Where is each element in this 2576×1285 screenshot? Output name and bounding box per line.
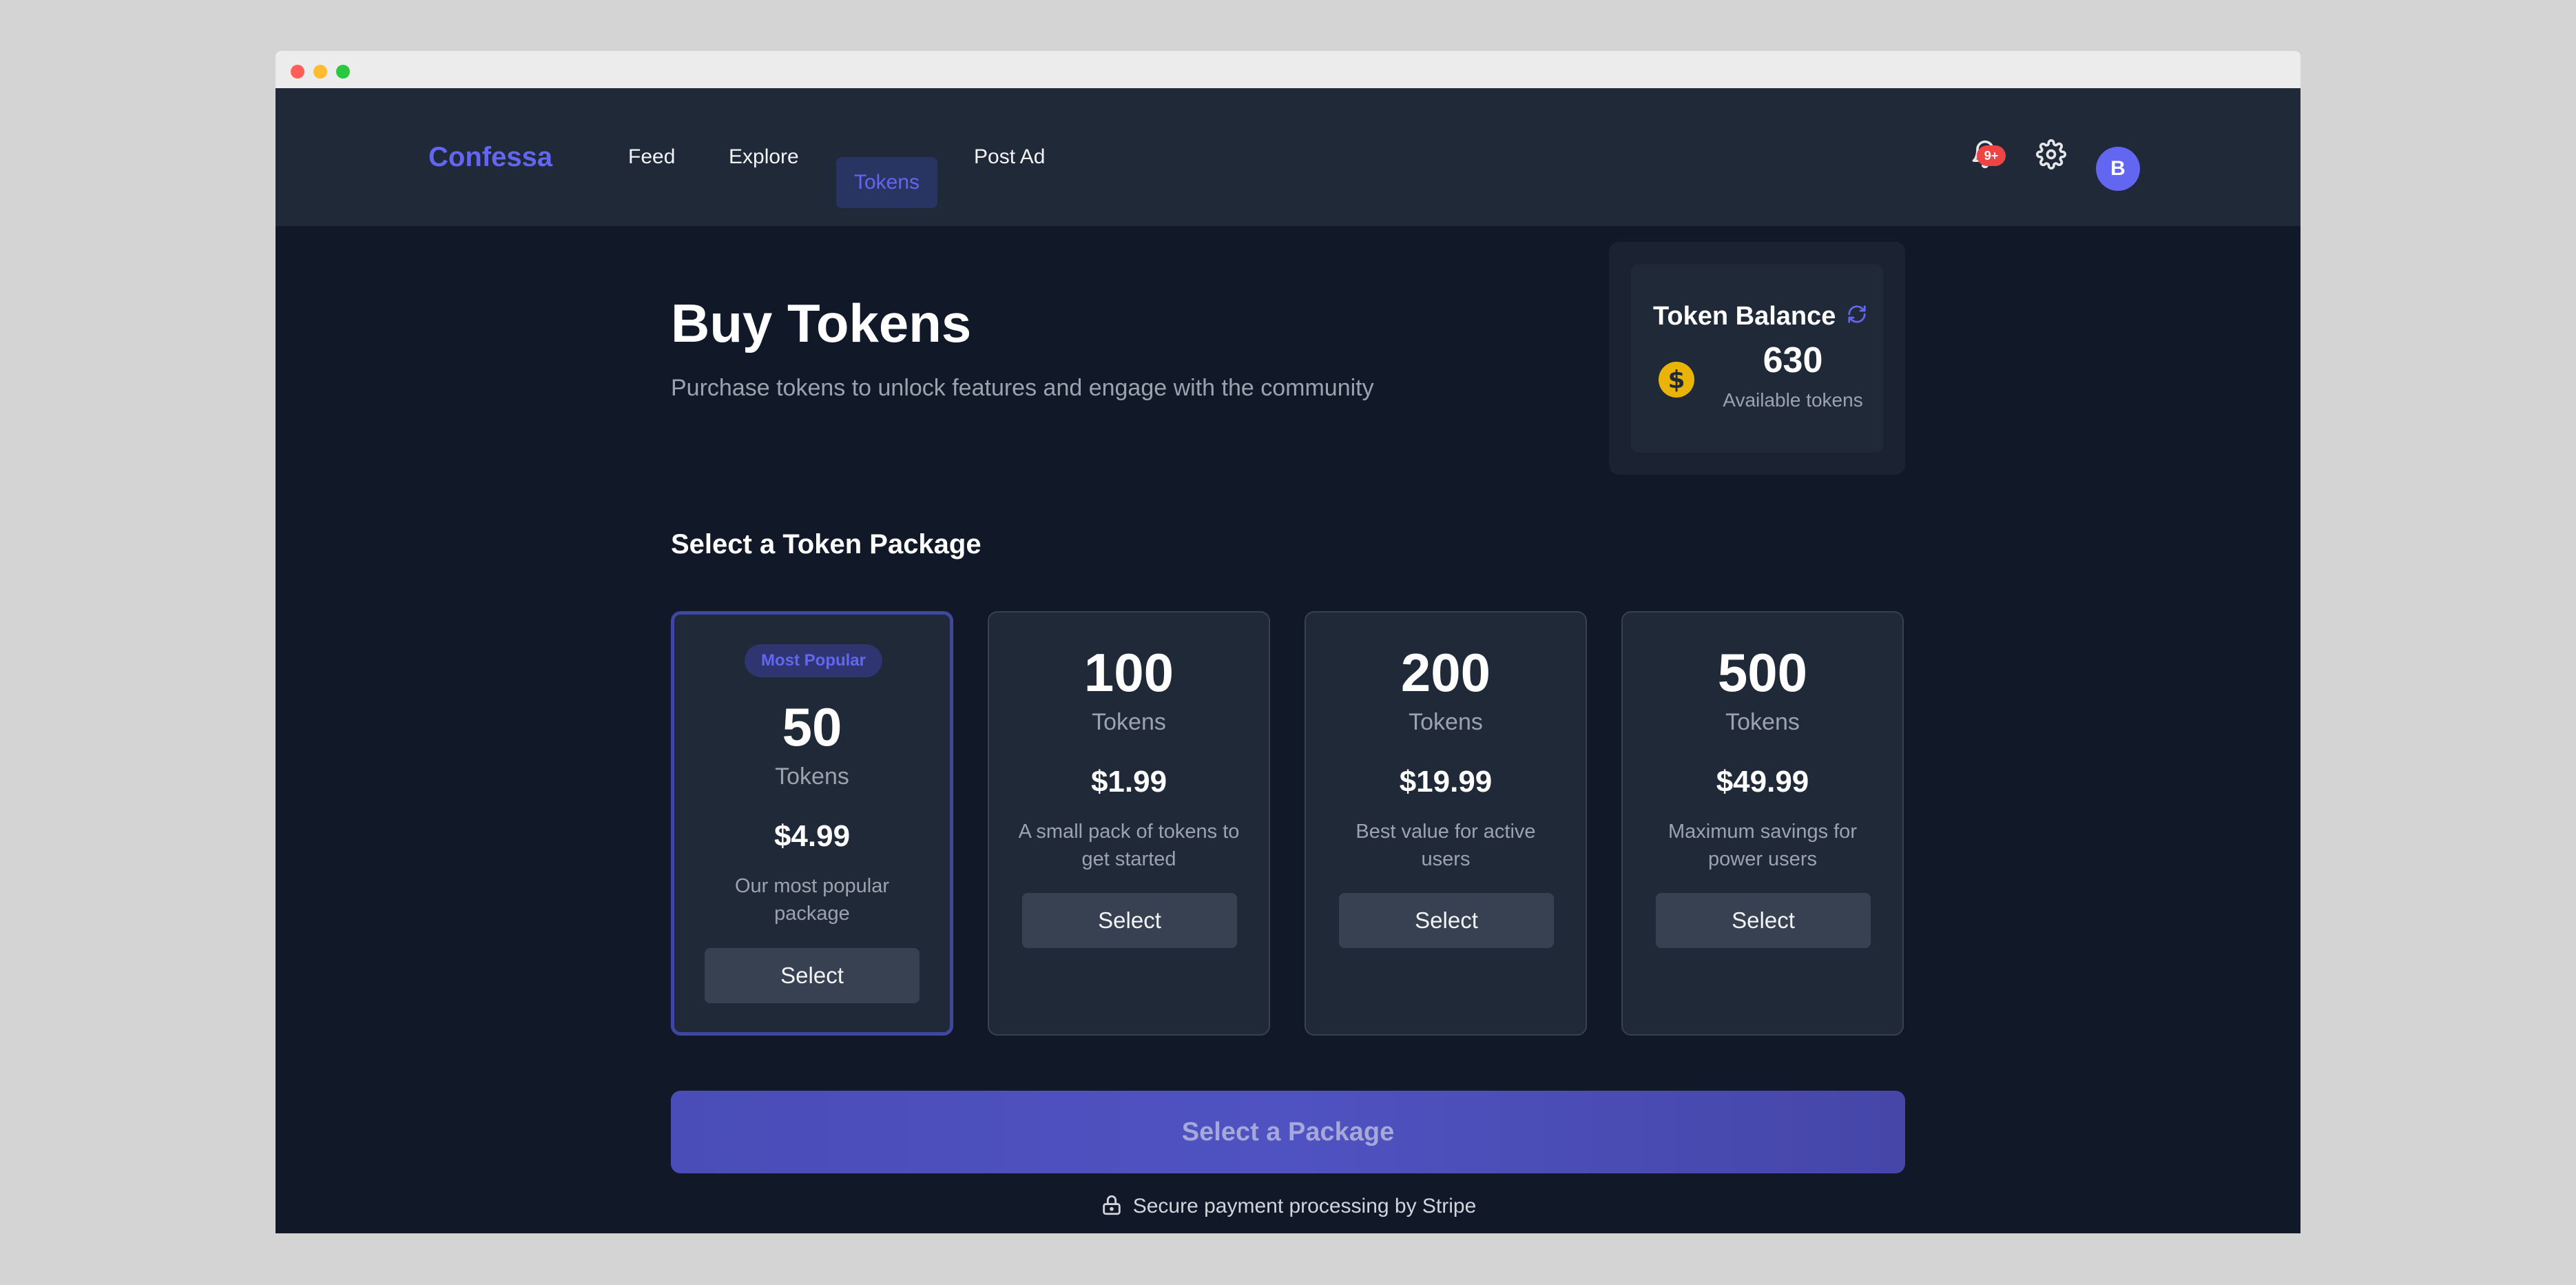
select-package-200-button[interactable]: Select: [1339, 893, 1554, 948]
token-balance-panel: Token Balance $ 630 Available tokens: [1631, 264, 1883, 453]
select-package-cta-button[interactable]: Select a Package: [671, 1091, 1905, 1173]
package-unit: Tokens: [1409, 709, 1483, 735]
select-package-100-button[interactable]: Select: [1022, 893, 1237, 948]
minimize-window-button[interactable]: [313, 65, 327, 79]
package-amount: 50: [782, 697, 842, 757]
package-description: Best value for active users: [1355, 821, 1536, 870]
package-unit: Tokens: [1092, 709, 1166, 735]
secure-payment-note: Secure payment processing by Stripe: [276, 1193, 2300, 1218]
top-navbar: Confessa Feed Explore Tokens Post Ad 9+ …: [276, 88, 2300, 226]
gear-icon: [2036, 139, 2066, 169]
window-titlebar: [276, 51, 2300, 88]
token-balance-card: Token Balance $ 630 Available tokens: [1609, 242, 1905, 475]
secure-payment-text: Secure payment processing by Stripe: [1132, 1195, 1477, 1217]
maximize-window-button[interactable]: [336, 65, 350, 79]
package-price: $19.99: [1399, 765, 1493, 799]
package-description: Our most popular package: [734, 875, 890, 925]
package-price: $49.99: [1716, 765, 1809, 799]
package-amount: 100: [1083, 642, 1174, 703]
package-unit: Tokens: [1725, 709, 1800, 735]
coin-icon: $: [1659, 362, 1694, 398]
svg-text:$: $: [1668, 366, 1685, 394]
refresh-icon[interactable]: [1847, 304, 1867, 325]
select-package-50-button[interactable]: Select: [705, 948, 920, 1003]
settings-button[interactable]: [2034, 137, 2068, 172]
most-popular-badge: Most Popular: [745, 644, 882, 677]
token-balance-value: 630: [1763, 340, 1823, 380]
user-avatar[interactable]: B: [2096, 147, 2140, 191]
token-balance-label: Available tokens: [1723, 389, 1863, 411]
package-description: Maximum savings for power users: [1668, 821, 1857, 870]
package-card-200[interactable]: 200 Tokens $19.99 Best value for active …: [1305, 611, 1587, 1036]
package-price: $4.99: [773, 819, 851, 853]
page-title: Buy Tokens: [671, 293, 972, 353]
package-amount: 500: [1717, 642, 1808, 703]
package-card-100[interactable]: 100 Tokens $1.99 A small pack of tokens …: [988, 611, 1270, 1036]
package-unit: Tokens: [775, 763, 849, 790]
package-card-500[interactable]: 500 Tokens $49.99 Maximum savings for po…: [1621, 611, 1904, 1036]
close-window-button[interactable]: [291, 65, 304, 79]
package-price: $1.99: [1090, 765, 1167, 799]
nav-link-tokens[interactable]: Tokens: [836, 157, 938, 208]
brand-logo[interactable]: Confessa: [428, 88, 552, 226]
browser-window: Confessa Feed Explore Tokens Post Ad 9+ …: [276, 51, 2300, 1233]
lock-icon: [1102, 1195, 1121, 1215]
token-balance-title: Token Balance: [1653, 302, 1836, 331]
packages-section-title: Select a Token Package: [671, 529, 981, 559]
nav-link-post-ad[interactable]: Post Ad: [974, 88, 1045, 226]
package-card-50[interactable]: Most Popular 50 Tokens $4.99 Our most po…: [671, 611, 953, 1036]
nav-link-feed[interactable]: Feed: [628, 88, 675, 226]
page-subtitle: Purchase tokens to unlock features and e…: [671, 375, 1374, 401]
package-description: A small pack of tokens to get started: [1018, 821, 1240, 870]
notification-count-badge: 9+: [1977, 145, 2006, 166]
nav-link-explore[interactable]: Explore: [729, 88, 799, 226]
select-package-500-button[interactable]: Select: [1656, 893, 1871, 948]
package-amount: 200: [1400, 642, 1491, 703]
